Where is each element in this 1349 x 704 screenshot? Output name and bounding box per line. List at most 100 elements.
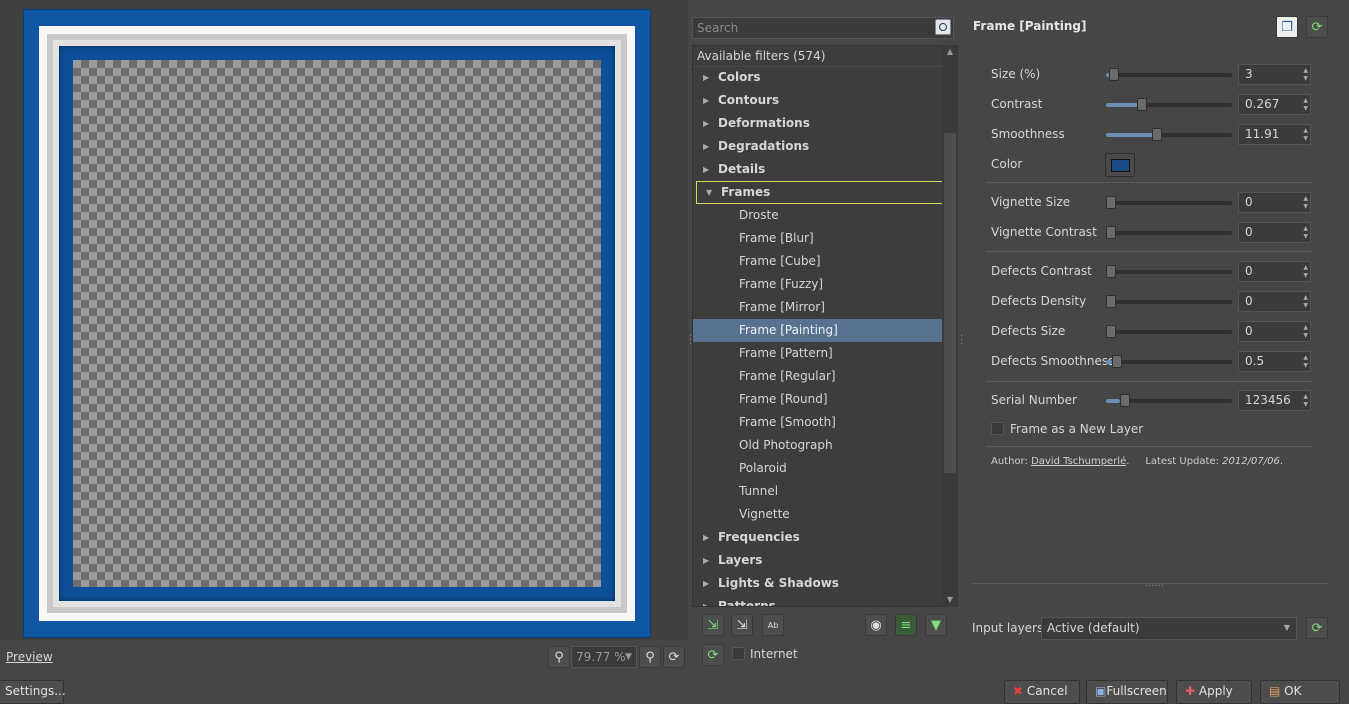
expand-arrow-right-icon[interactable]: ▶ <box>703 66 709 89</box>
filter-item[interactable]: Frame [Cube] <box>693 250 943 273</box>
spin-up-icon[interactable]: ▲ <box>1303 67 1308 74</box>
slider-handle[interactable] <box>1106 325 1116 338</box>
contrast-spinbox[interactable]: 0.267 ▲ ▼ <box>1238 94 1311 115</box>
defects-contrast-spinbox[interactable]: 0 ▲ ▼ <box>1238 261 1311 282</box>
zoom-in-icon[interactable]: ⚲ <box>639 646 661 668</box>
slider-handle[interactable] <box>1106 196 1116 209</box>
slider-handle[interactable] <box>1106 265 1116 278</box>
copy-to-clipboard-icon[interactable]: ❐ <box>1276 16 1298 38</box>
filter-category[interactable]: ▶ Patterns <box>693 595 943 606</box>
slider-handle[interactable] <box>1111 355 1122 368</box>
internet-checkbox[interactable] <box>732 647 745 660</box>
size-spinbox[interactable]: 3 ▲ ▼ <box>1238 64 1311 85</box>
vignette-size-slider[interactable] <box>1106 196 1232 209</box>
zoom-out-icon[interactable]: ⚲ <box>548 646 570 668</box>
smoothness-spinbox[interactable]: 11.91 ▲ ▼ <box>1238 124 1311 145</box>
expand-arrow-right-icon[interactable]: ▶ <box>703 112 709 135</box>
smoothness-slider[interactable] <box>1106 128 1232 141</box>
spin-down-icon[interactable]: ▼ <box>1303 362 1308 369</box>
filter-category[interactable]: ▶ Degradations <box>693 135 943 158</box>
defects-size-slider[interactable] <box>1106 325 1232 338</box>
refresh-layers-icon[interactable]: ⟳ <box>1306 617 1328 639</box>
settings-button[interactable]: Settings... <box>0 680 66 704</box>
fullscreen-button[interactable]: ▣Fullscreen <box>1086 680 1168 704</box>
spin-up-icon[interactable]: ▲ <box>1303 97 1308 104</box>
slider-handle[interactable] <box>1119 394 1130 407</box>
spin-up-icon[interactable]: ▲ <box>1303 393 1308 400</box>
spin-up-icon[interactable]: ▲ <box>1303 195 1308 202</box>
spin-down-icon[interactable]: ▼ <box>1303 332 1308 339</box>
reset-parameters-icon[interactable]: ⟳ <box>1306 16 1328 38</box>
filter-item[interactable]: Frame [Round] <box>693 388 943 411</box>
spin-down-icon[interactable]: ▼ <box>1303 272 1308 279</box>
globe-icon[interactable]: ◉ <box>865 614 887 636</box>
spin-down-icon[interactable]: ▼ <box>1303 233 1308 240</box>
spin-up-icon[interactable]: ▲ <box>1303 294 1308 301</box>
preview-area[interactable] <box>0 0 688 640</box>
scroll-up-icon[interactable]: ▲ <box>942 47 958 56</box>
defects-size-spinbox[interactable]: 0 ▲ ▼ <box>1238 321 1311 342</box>
spin-down-icon[interactable]: ▼ <box>1303 203 1308 210</box>
scrollbar-thumb[interactable] <box>944 133 956 473</box>
filter-item[interactable]: Vignette <box>693 503 943 526</box>
filter-category[interactable]: ▼ Frames <box>696 181 947 204</box>
expand-arrow-right-icon[interactable]: ▶ <box>703 572 709 595</box>
chevron-down-icon[interactable]: ▼ <box>620 646 637 668</box>
filter-item[interactable]: Frame [Regular] <box>693 365 943 388</box>
filter-category[interactable]: ▶ Lights & Shadows <box>693 572 943 595</box>
slider-handle[interactable] <box>1152 128 1163 141</box>
filter-item[interactable]: Old Photograph <box>693 434 943 457</box>
filter-tree[interactable]: Available filters (574) ▶ Colors ▶ Contours… <box>692 45 958 607</box>
filter-item[interactable]: Polaroid <box>693 457 943 480</box>
filter-item[interactable]: Frame [Fuzzy] <box>693 273 943 296</box>
color-picker-button[interactable] <box>1105 153 1135 177</box>
ok-button[interactable]: ▤ OK <box>1260 680 1340 704</box>
preview-image[interactable] <box>23 9 651 638</box>
spin-down-icon[interactable]: ▼ <box>1303 75 1308 82</box>
author-link[interactable]: David Tschumperlé <box>1031 456 1126 467</box>
expand-arrow-down-icon[interactable]: ▼ <box>706 181 712 204</box>
spin-down-icon[interactable]: ▼ <box>1303 302 1308 309</box>
filter-item[interactable]: Frame [Mirror] <box>693 296 943 319</box>
contrast-slider[interactable] <box>1106 98 1232 111</box>
expand-arrow-right-icon[interactable]: ▶ <box>703 158 709 181</box>
spin-up-icon[interactable]: ▲ <box>1303 354 1308 361</box>
apply-button[interactable]: ✚ Apply <box>1176 680 1252 704</box>
spin-up-icon[interactable]: ▲ <box>1303 324 1308 331</box>
filter-item[interactable]: Frame [Blur] <box>693 227 943 250</box>
serial-number-spinbox[interactable]: 123456 ▲ ▼ <box>1238 390 1311 411</box>
search-input[interactable]: Search <box>692 17 954 39</box>
vignette-contrast-spinbox[interactable]: 0 ▲ ▼ <box>1238 222 1311 243</box>
filter-category[interactable]: ▶ Frequencies <box>693 526 943 549</box>
filter-category[interactable]: ▶ Deformations <box>693 112 943 135</box>
filter-item[interactable]: Frame [Smooth] <box>693 411 943 434</box>
vignette-size-spinbox[interactable]: 0 ▲ ▼ <box>1238 192 1311 213</box>
filter-item[interactable]: Frame [Painting] <box>693 319 943 342</box>
spin-up-icon[interactable]: ▲ <box>1303 127 1308 134</box>
expand-arrow-right-icon[interactable]: ▶ <box>703 526 709 549</box>
expand-arrow-right-icon[interactable]: ▶ <box>703 549 709 572</box>
scroll-down-icon[interactable]: ▼ <box>942 595 958 604</box>
filter-category[interactable]: ▶ Colors <box>693 66 943 89</box>
filter-item[interactable]: Tunnel <box>693 480 943 503</box>
expand-arrow-right-icon[interactable]: ▶ <box>703 89 709 112</box>
expand-collapse-icon[interactable]: ≡ <box>895 614 917 636</box>
remove-favorite-icon[interactable]: ⇲ <box>731 614 753 636</box>
size-slider[interactable] <box>1106 68 1232 81</box>
spin-down-icon[interactable]: ▼ <box>1303 105 1308 112</box>
expand-arrow-right-icon[interactable]: ▶ <box>703 135 709 158</box>
splitter-handle-right[interactable]: · · · <box>960 332 963 350</box>
slider-handle[interactable] <box>1109 68 1120 81</box>
preview-toggle[interactable]: Preview <box>6 650 53 664</box>
filter-item[interactable]: Frame [Pattern] <box>693 342 943 365</box>
defects-contrast-slider[interactable] <box>1106 265 1232 278</box>
filter-category[interactable]: ▶ Layers <box>693 549 943 572</box>
slider-handle[interactable] <box>1106 226 1116 239</box>
serial-number-slider[interactable] <box>1106 394 1232 407</box>
filter-category[interactable]: ▶ Details <box>693 158 943 181</box>
vignette-contrast-slider[interactable] <box>1106 226 1232 239</box>
splitter-handle-bottom[interactable]: ······ <box>1145 582 1164 592</box>
input-layers-select[interactable]: Active (default) ▼ <box>1041 617 1297 640</box>
slider-handle[interactable] <box>1106 295 1116 308</box>
cancel-button[interactable]: ✖ Cancel <box>1004 680 1080 704</box>
